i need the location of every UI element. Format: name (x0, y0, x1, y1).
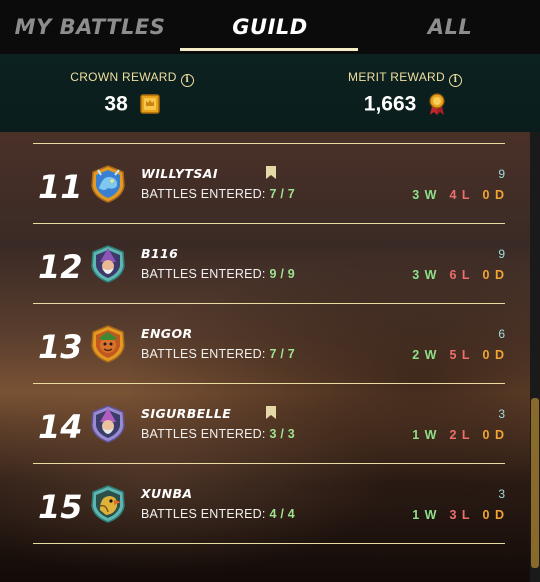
leaderboard-row[interactable]: 12 B116 BATTLES ENTERED: 9 / 9 9 3 W 6 L 0 … (33, 223, 505, 303)
wizard-avatar-icon (91, 245, 125, 283)
rank-number: 14 (38, 408, 83, 446)
battles-entered-label: BATTLES ENTERED: (141, 267, 266, 281)
wins: 3 W (412, 188, 438, 202)
player-name: SIGURBELLE (141, 406, 232, 421)
merit-reward-label: MERIT REWARD (348, 70, 445, 84)
draws: 0 D (482, 348, 505, 362)
active-tab-indicator (180, 48, 358, 51)
bookmark-icon[interactable] (266, 406, 276, 419)
leaderboard-row[interactable]: 14 SIGURBELLE BATTLES ENTERED: 3 / 3 3 1 … (33, 383, 505, 463)
losses: 4 L (449, 188, 471, 202)
draws: 0 D (482, 188, 505, 202)
tab-bar: MY BATTLES GUILD ALL (0, 0, 540, 54)
wins: 3 W (412, 268, 438, 282)
total-points: 3 (498, 487, 505, 501)
goblin-avatar-icon (91, 325, 125, 363)
win-loss-record: 1 W 3 L 0 D (412, 508, 505, 522)
player-name: XUNBA (141, 486, 193, 501)
win-loss-record: 3 W 6 L 0 D (412, 268, 505, 282)
bird-avatar-icon (91, 485, 125, 523)
battles-entered-label: BATTLES ENTERED: (141, 427, 266, 441)
losses: 6 L (449, 268, 471, 282)
total-points: 3 (498, 407, 505, 421)
tab-guild[interactable]: GUILD (180, 0, 360, 54)
player-name: B116 (141, 246, 179, 261)
leaderboard-row[interactable]: 15 XUNBA BATTLES ENTERED: 4 / 4 3 1 W 3 L 0… (33, 463, 505, 543)
draws: 0 D (482, 508, 505, 522)
win-loss-record: 1 W 2 L 0 D (412, 428, 505, 442)
tab-my-battles[interactable]: MY BATTLES (0, 0, 180, 54)
crown-token-icon (139, 94, 160, 115)
draws: 0 D (482, 428, 505, 442)
battles-entered-value: 7 / 7 (269, 347, 295, 361)
win-loss-record: 2 W 5 L 0 D (412, 348, 505, 362)
row-divider (33, 543, 505, 544)
merit-medal-icon (429, 93, 445, 116)
dragon-avatar-icon (91, 165, 125, 203)
merit-reward: MERIT REWARD i 1,663 (315, 70, 495, 116)
leaderboard-row[interactable]: 13 ENGOR BATTLES ENTERED: 7 / 7 6 2 W 5 L 0… (33, 303, 505, 383)
rank-number: 13 (38, 328, 83, 366)
wins: 1 W (412, 508, 438, 522)
info-icon[interactable]: i (180, 74, 194, 87)
info-icon[interactable]: i (448, 74, 462, 87)
wizard-avatar-icon (91, 405, 125, 443)
rewards-panel: CROWN REWARD i 38 MERIT REWARD i 1,663 (0, 54, 540, 132)
total-points: 9 (498, 247, 505, 261)
crown-reward-label: CROWN REWARD (70, 70, 177, 84)
losses: 5 L (449, 348, 471, 362)
losses: 2 L (449, 428, 471, 442)
battles-entered-label: BATTLES ENTERED: (141, 347, 266, 361)
battles-entered-value: 9 / 9 (269, 267, 295, 281)
battles-entered-label: BATTLES ENTERED: (141, 187, 266, 201)
leaderboard-row[interactable]: 11 WILLYTSAI BATTLES ENTERED: 7 / 7 9 3 W… (33, 143, 505, 223)
draws: 0 D (482, 268, 505, 282)
battles-entered-value: 4 / 4 (269, 507, 295, 521)
player-name: WILLYTSAI (141, 166, 218, 181)
total-points: 6 (498, 327, 505, 341)
losses: 3 L (449, 508, 471, 522)
scrollbar-thumb[interactable] (531, 398, 539, 568)
merit-reward-value: 1,663 (363, 92, 417, 116)
total-points: 9 (498, 167, 505, 181)
tab-all[interactable]: ALL (360, 0, 540, 54)
bookmark-icon[interactable] (266, 166, 276, 179)
player-name: ENGOR (141, 326, 193, 341)
win-loss-record: 3 W 4 L 0 D (412, 188, 505, 202)
rank-number: 15 (38, 488, 83, 526)
rank-number: 11 (38, 168, 83, 206)
wins: 1 W (412, 428, 438, 442)
wins: 2 W (412, 348, 438, 362)
rank-number: 12 (38, 248, 83, 286)
battles-entered-value: 7 / 7 (269, 187, 295, 201)
crown-reward-value: 38 (104, 92, 128, 116)
crown-reward: CROWN REWARD i 38 (42, 70, 222, 116)
battles-entered-label: BATTLES ENTERED: (141, 507, 266, 521)
battles-entered-value: 3 / 3 (269, 427, 295, 441)
